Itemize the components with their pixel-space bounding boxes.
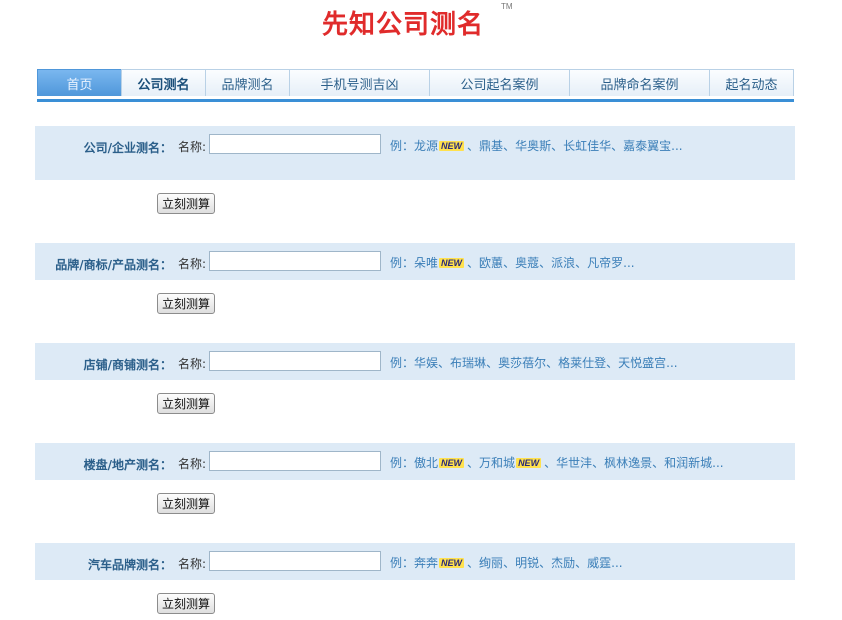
shop-calc-button[interactable]: 立刻测算 [157,393,215,414]
separator: 、 [467,139,480,153]
example-link[interactable]: 万和城 [479,454,515,471]
separator: 、 [486,356,499,370]
realestate-calc-button[interactable]: 立刻测算 [157,493,215,514]
separator: 、 [467,556,480,570]
example-link[interactable]: 嘉泰翼宝... [623,137,682,154]
section-realestate-label: 楼盘/地产测名： [83,458,172,472]
separator: 、 [575,556,588,570]
company-name-input[interactable] [209,134,381,154]
brand-calc-button[interactable]: 立刻测算 [157,293,215,314]
example-link[interactable]: 格莱仕登 [558,354,606,371]
tab-brand-naming[interactable]: 品牌测名 [205,69,289,96]
example-link[interactable]: 华娱 [414,354,438,371]
section-car-examples: 例： 奔奔 NEW、绚丽、明锐、杰励、威霆... [390,554,623,571]
section-shop-examples: 例： 华娱、布瑞琳、奥莎蓓尔、格莱仕登、天悦盛宫... [390,354,678,371]
name-label: 名称: [178,257,207,271]
section-company-label: 公司/企业测名： [83,141,172,155]
name-label: 名称: [178,140,207,154]
separator: 、 [551,139,564,153]
example-prefix: 例： [390,356,415,370]
separator: 、 [606,356,619,370]
separator: 、 [652,456,665,470]
example-link[interactable]: 威霆... [587,554,622,571]
example-link[interactable]: 凡帝罗... [587,254,634,271]
example-link[interactable]: 朵唯 [414,254,438,271]
separator: 、 [503,256,516,270]
example-prefix: 例： [390,256,415,270]
separator: 、 [539,256,552,270]
example-link[interactable]: 长虹佳华 [563,137,611,154]
section-car-label: 汽车品牌测名： [87,558,172,572]
company-calc-button[interactable]: 立刻测算 [157,193,215,214]
separator: 、 [575,256,588,270]
new-badge: NEW [439,140,465,151]
new-badge: NEW [439,457,465,468]
main-nav: 首页 公司测名 品牌测名 手机号测吉凶 公司起名案例 品牌命名案例 起名动态 [37,69,794,102]
tab-home[interactable]: 首页 [37,69,121,96]
tab-company-naming[interactable]: 公司测名 [121,69,205,96]
section-brand-examples: 例： 朵唯 NEW、欧蕙、奥蔻、派浪、凡帝罗... [390,254,635,271]
new-badge: NEW [439,557,465,568]
tab-phone-fortune[interactable]: 手机号测吉凶 [289,69,429,96]
example-link[interactable]: 奥蔻 [515,254,539,271]
section-company-examples: 例： 龙源 NEW、鼎基、华奥斯、长虹佳华、嘉泰翼宝... [390,137,683,154]
separator: 、 [544,456,557,470]
trademark-mark: TM [501,2,513,11]
separator: 、 [539,556,552,570]
separator: 、 [467,256,480,270]
separator: 、 [438,356,451,370]
separator: 、 [546,356,559,370]
car-calc-button[interactable]: 立刻测算 [157,593,215,614]
example-link[interactable]: 枫林逸景 [604,454,652,471]
separator: 、 [503,139,516,153]
car-name-input[interactable] [209,551,381,571]
example-link[interactable]: 龙源 [414,137,438,154]
section-realestate-examples: 例： 傲北 NEW、万和城 NEW、华世沣、枫林逸景、和润新城... [390,454,724,471]
example-link[interactable]: 布瑞琳 [450,354,486,371]
name-label: 名称: [178,357,207,371]
section-shop-label: 店铺/商铺测名： [83,358,172,372]
example-prefix: 例： [390,139,415,153]
realestate-name-input[interactable] [209,451,381,471]
separator: 、 [467,456,480,470]
example-link[interactable]: 奔奔 [414,554,438,571]
name-label: 名称: [178,557,207,571]
new-badge: NEW [439,257,465,268]
example-prefix: 例： [390,556,415,570]
example-link[interactable]: 杰励 [551,554,575,571]
separator: 、 [611,139,624,153]
example-link[interactable]: 鼎基 [479,137,503,154]
example-link[interactable]: 华世沣 [556,454,592,471]
tab-company-cases[interactable]: 公司起名案例 [429,69,569,96]
shop-name-input[interactable] [209,351,381,371]
separator: 、 [503,556,516,570]
example-link[interactable]: 明锐 [515,554,539,571]
example-link[interactable]: 华奥斯 [515,137,551,154]
example-link[interactable]: 傲北 [414,454,438,471]
name-label: 名称: [178,457,207,471]
example-prefix: 例： [390,456,415,470]
page-title: 先知公司测名 [322,10,485,40]
example-link[interactable]: 天悦盛宫... [618,354,677,371]
example-link[interactable]: 绚丽 [479,554,503,571]
new-badge: NEW [516,457,542,468]
tab-brand-cases[interactable]: 品牌命名案例 [569,69,709,96]
separator: 、 [592,456,605,470]
example-link[interactable]: 奥莎蓓尔 [498,354,546,371]
tab-naming-news[interactable]: 起名动态 [709,69,794,96]
example-link[interactable]: 欧蕙 [479,254,503,271]
brand-name-input[interactable] [209,251,381,271]
example-link[interactable]: 和润新城... [664,454,723,471]
section-brand-label: 品牌/商标/产品测名： [55,258,172,272]
example-link[interactable]: 派浪 [551,254,575,271]
